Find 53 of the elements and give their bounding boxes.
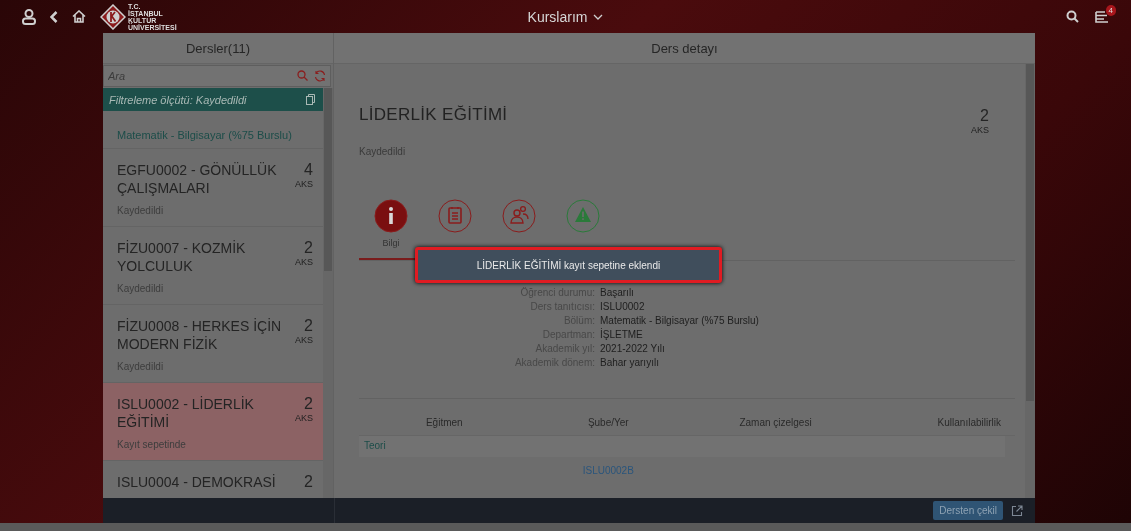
info-icon bbox=[373, 198, 409, 234]
scrollbar-thumb[interactable] bbox=[324, 88, 332, 271]
course-title: FİZU0008 - HERKES İÇİN MODERN FİZİK bbox=[117, 317, 283, 353]
course-status: Kayıt sepetinde bbox=[117, 439, 187, 450]
column-header: Kullanılabilirlik bbox=[936, 417, 1002, 428]
course-title: ISLU0002 - LİDERLİK EĞİTİMİ bbox=[117, 395, 255, 431]
course-item[interactable]: ISLU0002 - LİDERLİK EĞİTİMİ Kayıt sepetinde 2 AKS bbox=[103, 383, 323, 461]
course-heading: LİDERLİK EĞİTİMİ bbox=[359, 105, 508, 126]
scrollbar-thumb[interactable] bbox=[1026, 64, 1034, 401]
clipboard-icon bbox=[437, 198, 473, 234]
column-header: Şube/Yer bbox=[586, 417, 630, 428]
credit-unit: AKS bbox=[295, 335, 313, 345]
toast-message: LİDERLİK EĞİTİMİ kayıt sepetine eklendi bbox=[415, 247, 722, 283]
field-value: Bahar yarıyılı bbox=[600, 357, 660, 368]
course-title: ISLU0004 - DEMOKRASİ bbox=[117, 473, 277, 491]
credit-value: 2 bbox=[304, 395, 313, 413]
notifications-icon[interactable] bbox=[1095, 10, 1109, 23]
credit-value: 4 bbox=[304, 161, 313, 179]
filter-label: Filtreleme ölçütü: Kaydedildi bbox=[109, 93, 247, 106]
group-header: Teori bbox=[364, 440, 386, 451]
column-header: Zaman çizelgesi bbox=[738, 417, 813, 428]
credit-unit: AKS bbox=[295, 179, 313, 189]
field-value: İŞLETME bbox=[600, 329, 644, 340]
credit-value: 2 bbox=[304, 239, 313, 257]
credit-value: 2 bbox=[980, 107, 989, 125]
credit-unit: AKS bbox=[971, 125, 989, 135]
column-header: Eğitmen bbox=[424, 417, 464, 428]
warning-icon bbox=[565, 198, 601, 234]
panel-header: Ders detayı bbox=[334, 33, 1035, 64]
field-value: Matematik - Bilgisayar (%75 Burslu) bbox=[600, 315, 760, 326]
credit-unit: AKS bbox=[295, 413, 313, 423]
home-icon[interactable] bbox=[72, 10, 86, 23]
field-value: Başarılı bbox=[600, 287, 635, 298]
user-icon[interactable] bbox=[22, 8, 36, 25]
group-header: Matematik - Bilgisayar (%75 Burslu) bbox=[117, 129, 292, 141]
copy-icon[interactable] bbox=[306, 94, 315, 105]
panel-header: Dersler(11) bbox=[103, 33, 333, 64]
withdraw-button[interactable]: Dersten çekil bbox=[933, 501, 1003, 520]
course-title: EGFU0002 - GÖNÜLLÜK ÇALIŞMALARI bbox=[117, 161, 278, 197]
page-title-menu[interactable]: Kurslarım bbox=[521, 7, 610, 26]
credit-value: 2 bbox=[304, 317, 313, 335]
course-title: FİZU0007 - KOZMİK YOLCULUK bbox=[117, 239, 247, 275]
people-icon bbox=[501, 198, 537, 234]
credit-value: 2 bbox=[304, 473, 313, 491]
chevron-down-icon[interactable] bbox=[593, 13, 604, 20]
share-icon[interactable] bbox=[1011, 504, 1023, 517]
field-value: 2021-2022 Yılı bbox=[600, 343, 666, 354]
notification-badge: 4 bbox=[1105, 4, 1116, 16]
back-icon[interactable] bbox=[50, 10, 58, 23]
field-value: ISLU0002 bbox=[600, 301, 646, 312]
search-icon[interactable] bbox=[1066, 10, 1079, 23]
credit-unit: AKS bbox=[295, 257, 313, 267]
logo-icon bbox=[100, 3, 126, 30]
